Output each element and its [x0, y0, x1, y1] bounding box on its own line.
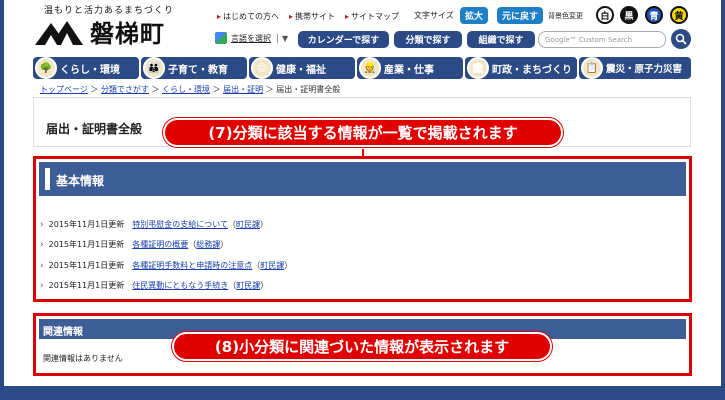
breadcrumb-separator: ＞ [212, 85, 221, 94]
category-town-administration[interactable]: 🏛 町政・まちづくり [465, 57, 577, 79]
chevron-right-icon: › [40, 260, 44, 271]
item-date: 2015年11月1日更新 [48, 220, 125, 229]
breadcrumb-category-search[interactable]: 分類でさがす [101, 85, 149, 94]
reset-text-button[interactable]: 元に戻す [497, 7, 543, 24]
language-selector[interactable]: 言語を選択 ▼ [215, 32, 288, 44]
page-title: 届出・証明書全般 [46, 122, 143, 136]
search-by-category-button[interactable]: 分類で探す [394, 31, 462, 48]
search-button[interactable] [671, 29, 691, 49]
item-dept-link[interactable]: 町民課 [236, 280, 260, 291]
search-by-calendar-button[interactable]: カレンダーで探す [298, 31, 389, 48]
breadcrumb-current: 届出・証明書全般 [276, 85, 341, 94]
related-info-empty: 関連情報はありません [43, 354, 123, 363]
google-translate-icon [215, 32, 227, 44]
category-living-environment[interactable]: 🌳 くらし・環境 [33, 57, 139, 79]
category-label: 震災・原子力災害 [606, 64, 683, 75]
breadcrumb-notifications[interactable]: 届出・証明 [223, 85, 263, 94]
item-title-link[interactable]: 各種証明の概要 [132, 239, 188, 250]
category-label: くらし・環境 [60, 64, 120, 76]
list-item: › 2015年11月1日更新 住民異動にともなう手続き （町民課） [40, 280, 269, 291]
breadcrumb-separator: ＞ [151, 85, 160, 94]
search-by-organization-button[interactable]: 組織で探す [467, 31, 535, 48]
list-item: › 2015年11月1日更新 各種証明の概要 （総務課） [40, 239, 229, 250]
bottom-bar [0, 386, 725, 400]
category-nav: 🌳 くらし・環境 👪 子育て・教育 😊 健康・福祉 👷 産業・仕事 🏛 町政・ま… [33, 57, 691, 79]
category-label: 町政・まちづくり [492, 64, 572, 76]
basic-info-header: 基本情報 [39, 162, 686, 196]
search-icon [675, 33, 687, 45]
link-mobile-site[interactable]: 携帯サイト [289, 11, 335, 22]
link-sitemap[interactable]: サイトマップ [345, 11, 399, 22]
breadcrumb-separator: ＞ [265, 85, 274, 94]
category-label: 子育て・教育 [168, 64, 228, 76]
item-dept-link[interactable]: 総務課 [196, 239, 220, 250]
search-input[interactable]: Google™ Custom Search [538, 31, 666, 48]
breadcrumb: トップページ ＞ 分類でさがす ＞ くらし・環境 ＞ 届出・証明 ＞ 届出・証明… [40, 84, 340, 95]
item-dept-link[interactable]: 町民課 [260, 260, 284, 271]
breadcrumb-top[interactable]: トップページ [40, 85, 88, 94]
language-selector-label: 言語を選択 [231, 33, 271, 43]
enlarge-text-button[interactable]: 拡大 [460, 7, 488, 24]
callout-7: (7)分類に該当する情報が一覧で掲載されます [163, 118, 563, 147]
utility-links: はじめての方へ 携帯サイト サイトマップ [217, 11, 399, 22]
bg-color-label: 背景色変更 [548, 12, 583, 20]
logo-text: 磐梯町 [90, 19, 165, 48]
basic-info-heading: 基本情報 [56, 174, 105, 188]
item-date: 2015年11月1日更新 [48, 261, 125, 270]
bg-yellow-button[interactable]: 黄 [670, 6, 688, 24]
chevron-right-icon: › [40, 280, 44, 291]
smile-icon: 😊 [251, 57, 273, 79]
bg-blue-button[interactable]: 青 [645, 6, 663, 24]
document-icon: 📋 [581, 57, 603, 79]
heading-marker [45, 168, 50, 190]
category-disaster-nuclear[interactable]: 📋 震災・原子力災害 [579, 57, 691, 79]
category-label: 健康・福祉 [276, 64, 326, 76]
mountain-logo-icon [35, 21, 83, 45]
category-health-welfare[interactable]: 😊 健康・福祉 [249, 57, 355, 79]
item-title-link[interactable]: 各種証明手数料と申請時の注意点 [132, 260, 252, 271]
chevron-down-icon: ▼ [277, 33, 288, 43]
item-title-link[interactable]: 住民異動にともなう手続き [132, 280, 228, 291]
list-item: › 2015年11月1日更新 特別弔慰金の支給について （町民課） [40, 219, 269, 230]
item-dept-link[interactable]: 町民課 [236, 219, 260, 230]
chevron-right-icon: › [40, 219, 44, 230]
bg-white-button[interactable]: 白 [596, 6, 614, 24]
bg-black-button[interactable]: 黒 [620, 6, 638, 24]
item-date: 2015年11月1日更新 [48, 281, 125, 290]
breadcrumb-living[interactable]: くらし・環境 [162, 85, 210, 94]
tree-icon: 🌳 [35, 57, 57, 79]
text-size-label: 文字サイズ [414, 11, 454, 20]
family-icon: 👪 [143, 57, 165, 79]
item-title-link[interactable]: 特別弔慰金の支給について [132, 219, 228, 230]
chevron-right-icon: › [40, 239, 44, 250]
building-icon: 🏛 [467, 57, 489, 79]
worker-icon: 👷 [359, 57, 381, 79]
item-date: 2015年11月1日更新 [48, 240, 125, 249]
category-label: 産業・仕事 [384, 64, 434, 76]
callout-8: (8)小分類に関連づいた情報が表示されます [172, 332, 552, 361]
breadcrumb-separator: ＞ [90, 85, 99, 94]
site-logo[interactable]: 磐梯町 [33, 14, 183, 48]
category-industry-work[interactable]: 👷 産業・仕事 [357, 57, 463, 79]
category-childcare-education[interactable]: 👪 子育て・教育 [141, 57, 247, 79]
list-item: › 2015年11月1日更新 各種証明手数料と申請時の注意点 （町民課） [40, 260, 293, 271]
related-info-heading: 関連情報 [43, 327, 83, 338]
link-first-visit[interactable]: はじめての方へ [217, 11, 279, 22]
